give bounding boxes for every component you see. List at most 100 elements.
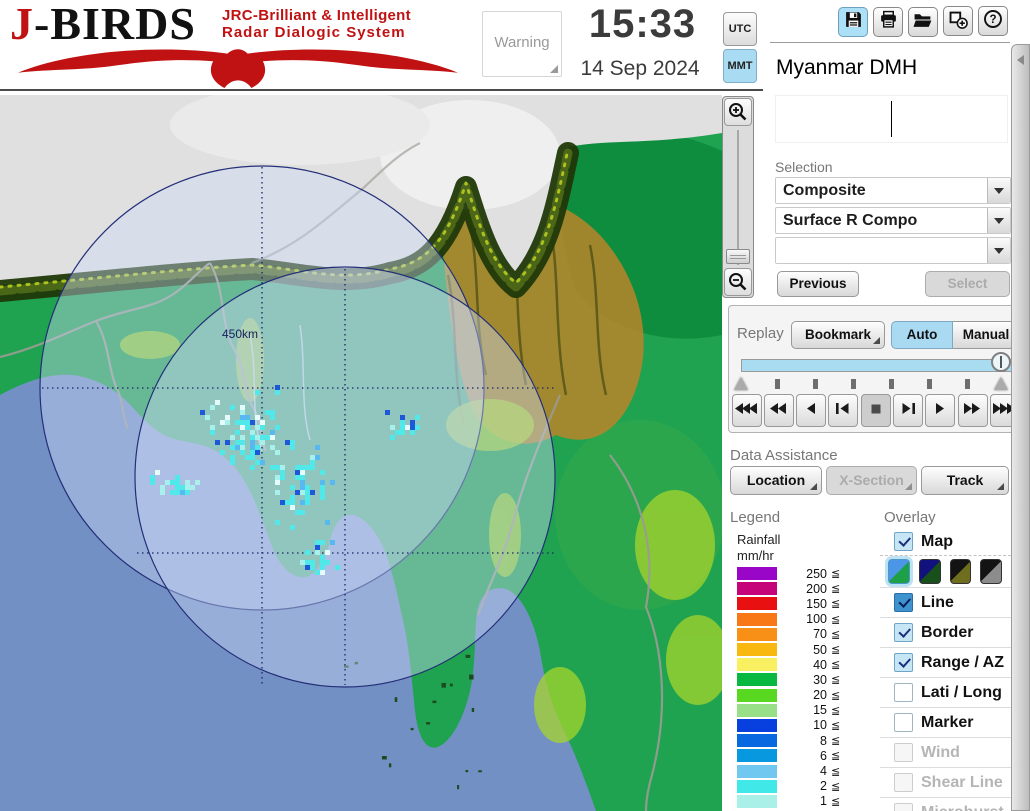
legend-row: 4 ≦ — [737, 763, 840, 778]
map-style-1[interactable] — [888, 559, 910, 584]
help-button[interactable]: ? — [978, 6, 1008, 36]
new-window-icon — [948, 9, 968, 34]
legend-value: 15 — [813, 703, 827, 718]
forward-2x-button[interactable] — [957, 394, 988, 427]
timezone-utc-button[interactable]: UTC — [723, 12, 757, 46]
station-input-box[interactable] — [775, 95, 1008, 143]
range-az-checkbox[interactable] — [894, 653, 913, 672]
marker-checkbox[interactable] — [894, 713, 913, 732]
timezone-mmt-button[interactable]: MMT — [723, 49, 757, 83]
legend-operator: ≦ — [831, 735, 841, 748]
legend-color-swatch — [737, 627, 777, 641]
location-button[interactable]: Location — [730, 466, 822, 495]
rewind-2x-button[interactable] — [763, 394, 794, 427]
play-reverse-button[interactable] — [796, 394, 827, 427]
map-style-swatches — [880, 555, 1011, 587]
warning-label: Warning — [494, 34, 550, 51]
legend-row: 100 ≦ — [737, 612, 840, 627]
warning-button[interactable]: Warning — [482, 11, 562, 77]
track-button[interactable]: Track — [921, 466, 1009, 495]
overlay-row-lati-long: Lati / Long — [880, 677, 1011, 707]
legend-value: 8 — [820, 733, 827, 748]
selection-dropdown-1[interactable]: Composite — [775, 177, 1011, 204]
overlay-label: Lati / Long — [921, 683, 1002, 701]
legend-operator: ≦ — [831, 689, 841, 702]
legend-operator: ≦ — [831, 765, 841, 778]
save-button[interactable] — [838, 6, 868, 37]
stop-icon — [863, 402, 889, 420]
terrain-map: 450km — [0, 85, 730, 811]
slider-end-marker[interactable] — [994, 377, 1008, 390]
zoom-in-button[interactable] — [724, 98, 752, 126]
map-style-3[interactable] — [949, 559, 972, 584]
selection-dropdown-3[interactable] — [775, 237, 1011, 264]
app-logo-tagline2: Radar Dialogic System — [222, 24, 406, 41]
x-section-label: X-Section — [839, 472, 904, 488]
help-icon: ? — [983, 9, 1003, 34]
step-back-button[interactable] — [828, 394, 859, 427]
legend-value: 2 — [820, 779, 827, 794]
previous-button[interactable]: Previous — [777, 271, 859, 297]
step-forward-button[interactable] — [893, 394, 923, 427]
border-checkbox[interactable] — [894, 623, 913, 642]
overlay-label: Marker — [921, 713, 974, 731]
legend-color-swatch — [737, 597, 777, 611]
zoom-out-button[interactable] — [724, 268, 752, 296]
lati-long-checkbox[interactable] — [894, 683, 913, 702]
legend-value: 50 — [813, 642, 827, 657]
bookmark-button[interactable]: Bookmark — [791, 321, 885, 349]
legend-row: 250 ≦ — [737, 566, 840, 581]
header-bottom-border — [0, 89, 763, 91]
overlay-label: Wind — [921, 743, 960, 761]
rewind-2x-icon — [766, 402, 792, 420]
zoom-slider-thumb[interactable] — [726, 249, 750, 264]
print-button[interactable] — [873, 6, 903, 37]
overlay-row-marker: Marker — [880, 707, 1011, 737]
legend-row: 30 ≦ — [737, 672, 840, 687]
legend-row: 1 ≦ — [737, 794, 840, 809]
replay-auto-button[interactable]: Auto — [891, 321, 953, 349]
map-zoom-control — [722, 96, 754, 298]
replay-label: Replay — [737, 325, 784, 342]
map-style-2[interactable] — [918, 559, 941, 584]
zoom-slider-groove — [737, 130, 739, 265]
legend-color-swatch — [737, 612, 777, 626]
legend-operator: ≦ — [831, 780, 841, 793]
header-divider — [770, 42, 1010, 43]
legend-unit: Rainfall mm/hr — [737, 532, 780, 564]
map-style-4[interactable] — [980, 559, 1002, 584]
x-section-button[interactable]: X-Section — [826, 466, 917, 495]
stop-button[interactable] — [860, 394, 891, 427]
replay-manual-button[interactable]: Manual — [953, 321, 1020, 349]
line-checkbox[interactable] — [894, 593, 913, 612]
open-folder-button[interactable] — [908, 6, 938, 37]
new-window-button[interactable] — [943, 6, 973, 36]
rewind-3x-button[interactable] — [731, 394, 762, 427]
overlay-list: Map Line Border Range / AZ Lati / Long Marker… — [880, 528, 1011, 811]
dropdown-button[interactable] — [987, 178, 1010, 203]
slider-start-marker[interactable] — [734, 377, 748, 390]
legend-operator: ≦ — [831, 628, 841, 641]
panel-collapse-handle[interactable] — [1011, 44, 1030, 811]
dropdown-button[interactable] — [987, 208, 1010, 233]
overlay-section-label: Overlay — [884, 509, 936, 526]
select-button[interactable]: Select — [925, 271, 1010, 297]
replay-slider-thumb[interactable] — [991, 352, 1011, 372]
slider-tick — [927, 379, 932, 389]
selection-dropdown-2[interactable]: Surface R Compo — [775, 207, 1011, 234]
overlay-label: Border — [921, 623, 974, 641]
legend-unit-line1: Rainfall — [737, 532, 781, 547]
legend-color-swatch — [737, 794, 777, 808]
corner-fold-icon — [810, 483, 817, 490]
legend-color-swatch — [737, 734, 777, 748]
play-button[interactable] — [925, 394, 956, 427]
legend-operator: ≦ — [831, 659, 841, 672]
chevron-down-icon — [994, 218, 1004, 224]
replay-slider-track[interactable] — [741, 359, 1013, 372]
chevron-down-icon — [994, 188, 1004, 194]
radar-map[interactable]: 450km — [0, 85, 730, 811]
dropdown-button[interactable] — [987, 238, 1010, 263]
map-checkbox[interactable] — [894, 532, 913, 551]
corner-fold-icon — [550, 65, 558, 73]
legend-color-swatch — [737, 779, 777, 793]
